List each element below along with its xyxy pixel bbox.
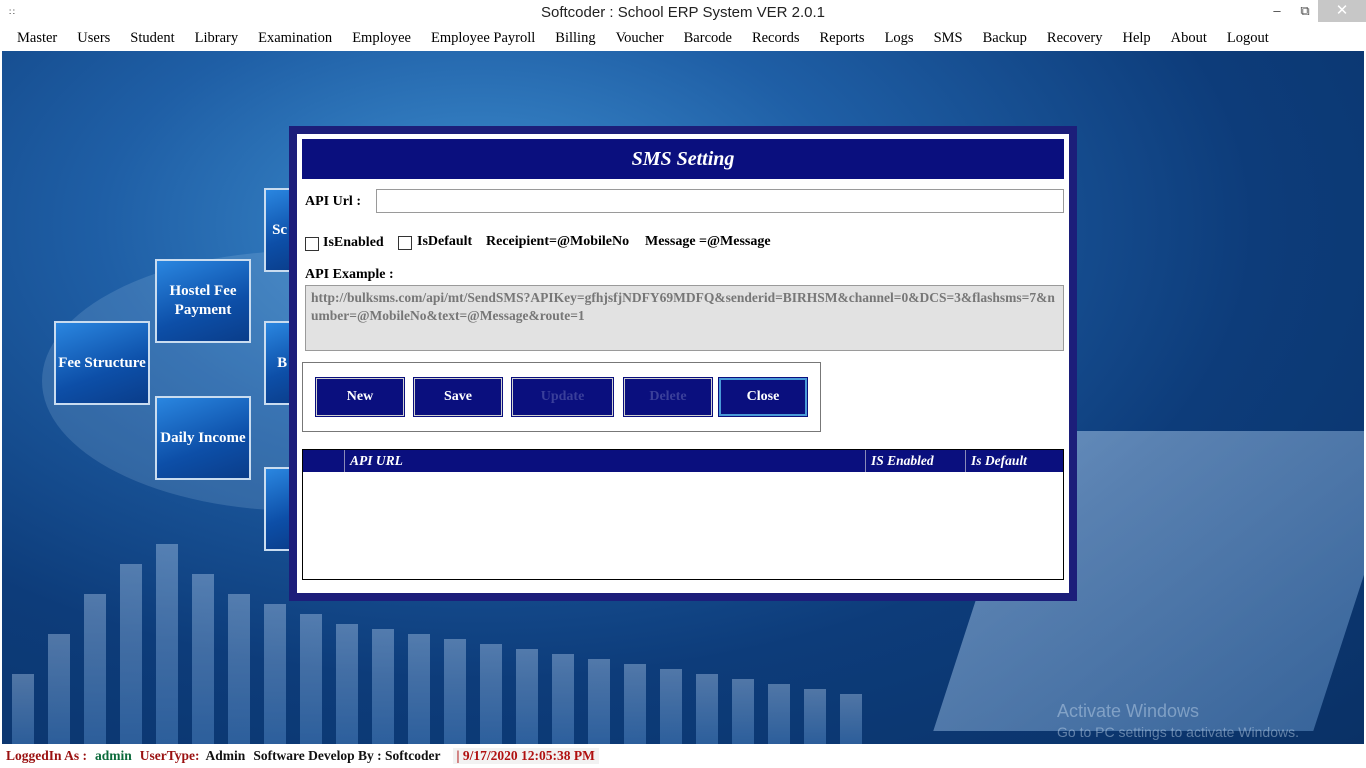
is-default-label: IsDefault <box>417 234 473 249</box>
close-button[interactable]: Close <box>718 377 808 417</box>
menu-about[interactable]: About <box>1161 30 1217 47</box>
status-datetime: | 9/17/2020 12:05:38 PM <box>452 748 599 764</box>
grid-header-is-enabled[interactable]: IS Enabled <box>865 450 965 472</box>
menu-library[interactable]: Library <box>185 30 248 47</box>
watermark-subtitle: Go to PC settings to activate Windows. <box>1057 724 1299 740</box>
delete-button[interactable]: Delete <box>623 377 713 417</box>
user-type-label: UserType: <box>139 748 200 763</box>
menu-sms[interactable]: SMS <box>924 30 973 47</box>
grid-header: API URL IS Enabled Is Default <box>303 450 1063 472</box>
maximize-button[interactable]: ⧉ <box>1290 0 1320 22</box>
menu-examination[interactable]: Examination <box>248 30 342 47</box>
menu-voucher[interactable]: Voucher <box>606 30 674 47</box>
grid-header-selector <box>303 450 344 472</box>
menu-help[interactable]: Help <box>1112 30 1160 47</box>
activate-windows-watermark: Activate Windows Go to PC settings to ac… <box>1057 701 1299 740</box>
api-settings-grid[interactable]: API URL IS Enabled Is Default <box>302 449 1064 580</box>
is-enabled-label: IsEnabled <box>323 235 384 250</box>
menu-billing[interactable]: Billing <box>545 30 605 47</box>
action-button-group: New Save Update Delete Close <box>302 362 821 432</box>
logged-in-user: admin <box>95 748 132 763</box>
update-button[interactable]: Update <box>511 377 614 417</box>
menu-master[interactable]: Master <box>0 30 67 47</box>
menu-logout[interactable]: Logout <box>1217 30 1279 47</box>
close-window-button[interactable]: ✕ <box>1318 0 1366 22</box>
save-button[interactable]: Save <box>413 377 503 417</box>
new-button[interactable]: New <box>315 377 405 417</box>
menu-logs[interactable]: Logs <box>875 30 924 47</box>
menu-bar: Master Users Student Library Examination… <box>0 26 1366 50</box>
dialog-body: SMS Setting API Url : IsEnabled IsDefaul… <box>297 134 1069 593</box>
title-bar: ∷ Softcoder : School ERP System VER 2.0.… <box>0 0 1366 26</box>
status-bar: LoggedIn As : admin UserType: Admin Soft… <box>0 744 1366 768</box>
tile-daily-income[interactable]: Daily Income <box>155 396 251 480</box>
sms-setting-dialog: SMS Setting API Url : IsEnabled IsDefaul… <box>289 126 1077 601</box>
recipient-placeholder-text: Receipient=@MobileNo <box>486 234 630 249</box>
menu-employee[interactable]: Employee <box>342 30 421 47</box>
user-type-value: Admin <box>205 748 246 763</box>
developer-credit: Software Develop By : Softcoder <box>253 748 441 763</box>
minimize-button[interactable]: – <box>1262 0 1292 22</box>
logged-in-label: LoggedIn As : <box>6 748 88 763</box>
api-example-text: http://bulksms.com/api/mt/SendSMS?APIKey… <box>305 285 1064 351</box>
is-default-checkbox[interactable] <box>398 236 412 250</box>
menu-student[interactable]: Student <box>120 30 184 47</box>
grid-header-is-default[interactable]: Is Default <box>965 450 1063 472</box>
tile-hostel-fee-payment[interactable]: Hostel Fee Payment <box>155 259 251 343</box>
is-enabled-checkbox[interactable] <box>305 237 319 251</box>
api-example-label: API Example : <box>305 267 394 282</box>
menu-records[interactable]: Records <box>742 30 810 47</box>
grid-header-api-url[interactable]: API URL <box>344 450 865 472</box>
api-url-label: API Url : <box>305 194 361 209</box>
menu-backup[interactable]: Backup <box>973 30 1037 47</box>
window-title: Softcoder : School ERP System VER 2.0.1 <box>540 4 826 21</box>
tile-fee-structure[interactable]: Fee Structure <box>54 321 150 405</box>
dialog-title: SMS Setting <box>302 139 1064 179</box>
menu-recovery[interactable]: Recovery <box>1037 30 1113 47</box>
api-url-input[interactable] <box>376 189 1064 213</box>
menu-reports[interactable]: Reports <box>809 30 874 47</box>
menu-employee-payroll[interactable]: Employee Payroll <box>421 30 545 47</box>
menu-barcode[interactable]: Barcode <box>674 30 742 47</box>
message-placeholder-text: Message =@Message <box>645 234 771 249</box>
watermark-title: Activate Windows <box>1057 701 1200 721</box>
menu-users[interactable]: Users <box>67 30 120 47</box>
